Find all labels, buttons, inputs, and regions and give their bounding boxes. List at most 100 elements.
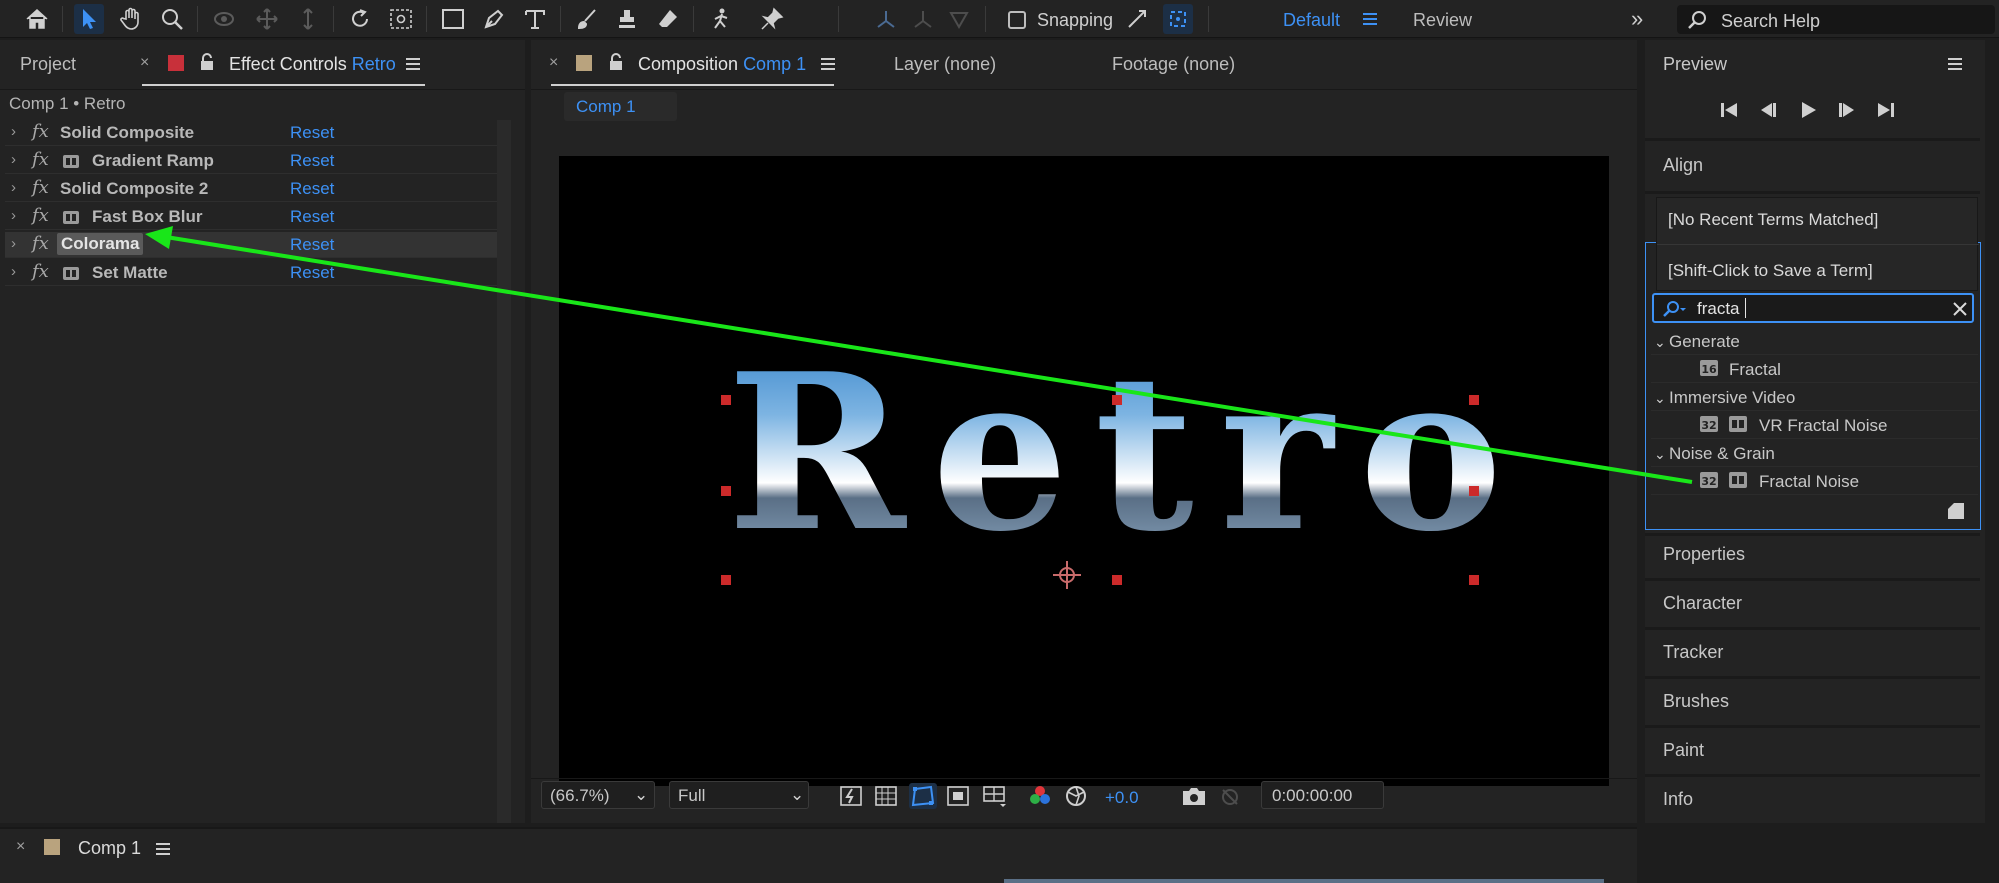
tab-project[interactable]: Project [20, 54, 76, 75]
effect-row-fast-box-blur[interactable]: › fx Fast Box Blur Reset [5, 204, 497, 230]
reset-exposure-icon[interactable] [1064, 784, 1088, 808]
align-panel-title[interactable]: Align [1663, 155, 1703, 176]
panel-menu-icon[interactable] [1947, 57, 1963, 71]
retro-text-layer[interactable]: Retro [559, 156, 1609, 786]
hand-tool-icon[interactable] [116, 4, 146, 34]
chevron-down-icon[interactable]: ⌄ [1654, 390, 1666, 407]
eraser-tool-icon[interactable] [653, 4, 683, 34]
fast-previews-icon[interactable] [839, 785, 863, 807]
first-frame-icon[interactable] [1718, 100, 1740, 120]
reset-link[interactable]: Reset [290, 123, 334, 143]
grid-guides-icon[interactable] [982, 785, 1008, 807]
effect-item-fractal[interactable]: Fractal [1729, 360, 1781, 380]
tab-layer[interactable]: Layer (none) [894, 54, 996, 75]
close-tab-icon[interactable]: × [140, 54, 149, 72]
effects-search-input[interactable]: fracta [1652, 293, 1974, 323]
effect-row-solid-composite-2[interactable]: › fx Solid Composite 2 Reset [5, 176, 497, 202]
reset-link[interactable]: Reset [290, 179, 334, 199]
chevron-right-icon[interactable]: › [11, 207, 16, 224]
region-of-interest-icon[interactable] [946, 785, 970, 807]
pan-behind-icon[interactable] [386, 4, 416, 34]
orbit-camera-icon[interactable] [210, 4, 240, 34]
chevron-right-icon[interactable]: › [11, 123, 16, 140]
type-tool-icon[interactable] [520, 4, 550, 34]
home-icon[interactable] [22, 4, 52, 34]
dolly-camera-icon[interactable] [293, 4, 323, 34]
character-panel-title[interactable]: Character [1663, 593, 1742, 614]
composition-viewer[interactable]: Retro [559, 156, 1609, 786]
effect-row-gradient-ramp[interactable]: › fx Gradient Ramp Reset [5, 148, 497, 174]
brush-tool-icon[interactable] [572, 4, 602, 34]
effect-row-colorama[interactable]: › fx Colorama Reset [5, 232, 497, 258]
rotate-tool-icon[interactable] [345, 4, 375, 34]
fx-icon[interactable]: fx [32, 121, 49, 142]
clone-stamp-icon[interactable] [612, 4, 642, 34]
tab-effect-controls[interactable]: Effect Controls Retro [229, 54, 396, 75]
chevron-right-icon[interactable]: › [11, 151, 16, 168]
category-immersive-video[interactable]: Immersive Video [1669, 388, 1795, 408]
workspace-menu-icon[interactable] [1361, 11, 1379, 27]
effect-item-vr-fractal-noise[interactable]: VR Fractal Noise [1759, 416, 1887, 436]
effect-row-solid-composite[interactable]: › fx Solid Composite Reset [5, 120, 497, 146]
resolution-dropdown[interactable]: Full ⌄ [669, 781, 809, 809]
fx-icon[interactable]: fx [32, 177, 49, 198]
workspace-review[interactable]: Review [1413, 10, 1472, 31]
show-snapshot-icon[interactable] [1217, 785, 1243, 807]
fx-icon[interactable]: fx [32, 261, 49, 282]
clear-search-icon[interactable] [1952, 301, 1968, 317]
fx-icon[interactable]: fx [32, 149, 49, 170]
preview-panel-title[interactable]: Preview [1663, 54, 1727, 75]
world-axis-mode-icon[interactable] [908, 4, 938, 34]
chevron-down-icon[interactable]: ⌄ [1654, 446, 1666, 463]
tab-composition[interactable]: Composition Comp 1 [638, 54, 806, 75]
lock-icon[interactable] [199, 53, 215, 71]
play-icon[interactable] [1797, 100, 1819, 120]
next-frame-icon[interactable] [1836, 100, 1858, 120]
brushes-panel-title[interactable]: Brushes [1663, 691, 1729, 712]
panel-menu-icon[interactable] [820, 57, 836, 71]
panel-menu-icon[interactable] [155, 842, 171, 856]
snapping-options-icon[interactable] [1122, 4, 1152, 34]
work-area-bar[interactable] [1004, 879, 1604, 883]
chevron-right-icon[interactable]: › [11, 179, 16, 196]
workspace-overflow-icon[interactable]: » [1631, 6, 1643, 32]
exposure-value[interactable]: +0.0 [1105, 788, 1139, 808]
reset-link[interactable]: Reset [290, 207, 334, 227]
reset-link[interactable]: Reset [290, 235, 334, 255]
category-noise-grain[interactable]: Noise & Grain [1669, 444, 1775, 464]
panel-menu-icon[interactable] [405, 57, 421, 71]
current-time-field[interactable]: 0:00:00:00 [1261, 781, 1384, 809]
timeline-tab[interactable]: Comp 1 [78, 838, 141, 859]
snapping-checkbox[interactable] [1008, 11, 1026, 29]
comp-subtab[interactable]: Comp 1 [564, 92, 677, 121]
view-axis-mode-icon[interactable] [944, 4, 974, 34]
close-tab-icon[interactable]: × [549, 54, 558, 72]
new-preset-icon[interactable] [1946, 501, 1966, 521]
fx-icon[interactable]: fx [32, 233, 49, 254]
chevron-right-icon[interactable]: › [11, 263, 16, 280]
previous-frame-icon[interactable] [1757, 100, 1779, 120]
search-icon[interactable] [1660, 299, 1688, 319]
zoom-tool-icon[interactable] [157, 4, 187, 34]
last-frame-icon[interactable] [1875, 100, 1897, 120]
pan-camera-icon[interactable] [252, 4, 282, 34]
workspace-default[interactable]: Default [1283, 10, 1340, 31]
roto-brush-icon[interactable] [706, 4, 736, 34]
mask-visibility-icon[interactable] [909, 783, 937, 809]
selection-tool-icon[interactable] [74, 4, 104, 34]
save-term-hint[interactable]: [Shift-Click to Save a Term] [1668, 261, 1873, 281]
color-channels-icon[interactable] [1028, 784, 1052, 808]
properties-panel-title[interactable]: Properties [1663, 544, 1745, 565]
puppet-pin-icon[interactable] [757, 4, 787, 34]
effect-row-set-matte[interactable]: › fx Set Matte Reset [5, 260, 497, 286]
reset-link[interactable]: Reset [290, 263, 334, 283]
snap-to-edges-icon[interactable] [1163, 4, 1193, 34]
rectangle-tool-icon[interactable] [438, 4, 468, 34]
magnification-dropdown[interactable]: (66.7%) ⌄ [541, 781, 655, 809]
tab-footage[interactable]: Footage (none) [1112, 54, 1235, 75]
pen-tool-icon[interactable] [479, 4, 509, 34]
chevron-right-icon[interactable]: › [11, 235, 16, 252]
fx-icon[interactable]: fx [32, 205, 49, 226]
snapshot-camera-icon[interactable] [1181, 785, 1207, 807]
transparency-grid-icon[interactable] [874, 785, 898, 807]
